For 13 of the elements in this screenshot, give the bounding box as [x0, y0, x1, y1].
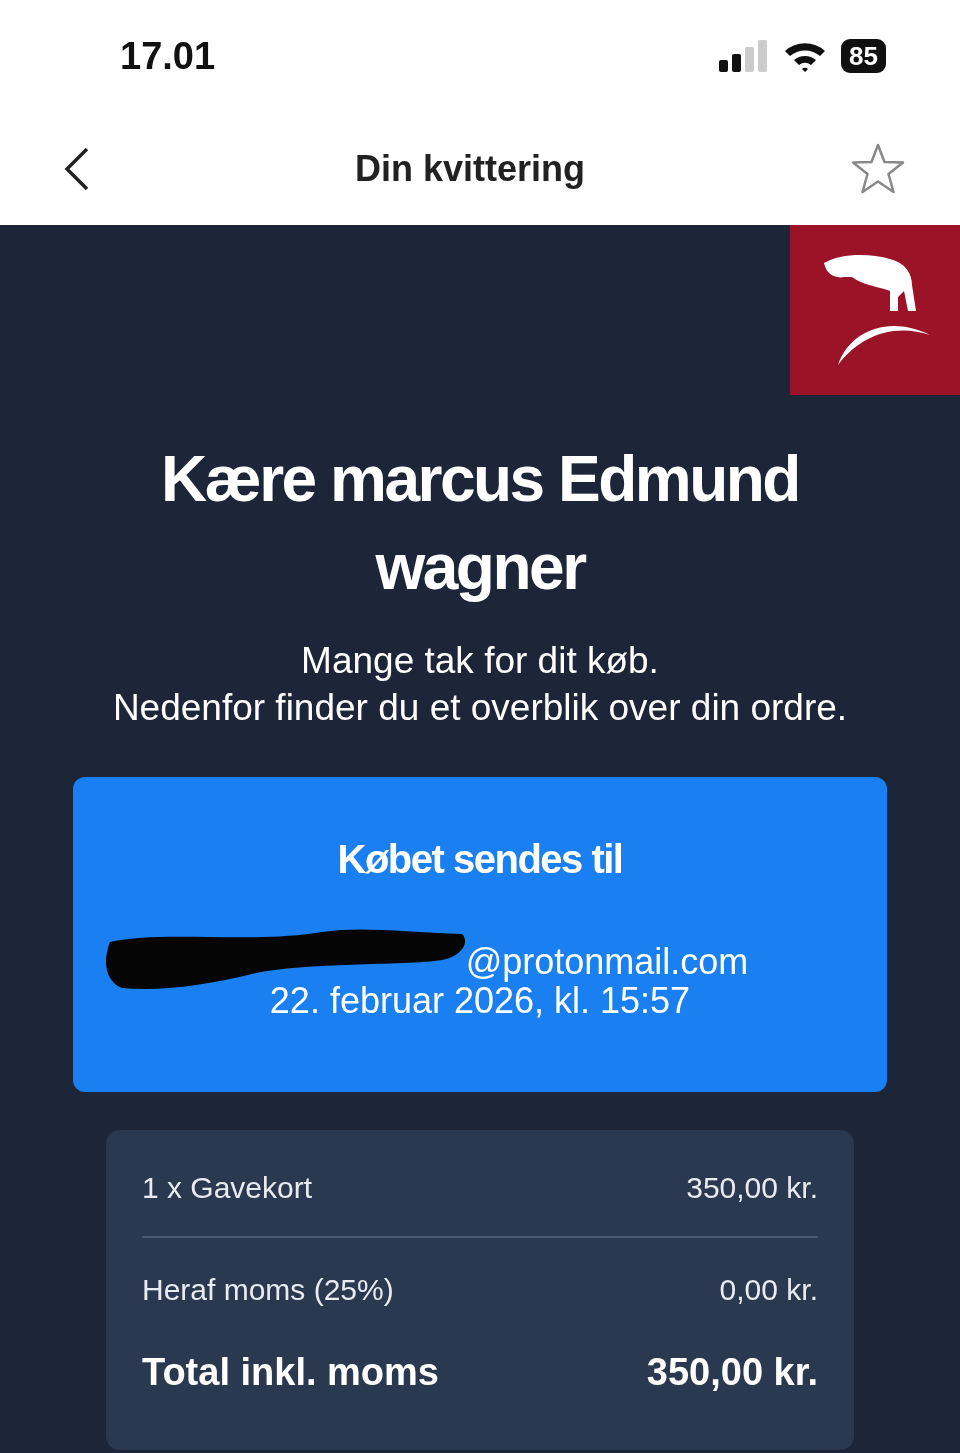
- total-label: Total inkl. moms: [142, 1350, 439, 1394]
- line-label: 1 x Gavekort: [142, 1171, 313, 1205]
- total-amount: 350,00 kr.: [646, 1350, 818, 1394]
- page-title: Din kvittering: [355, 147, 585, 190]
- battery-icon: 85: [841, 39, 886, 73]
- email-address: @protonmail.com: [465, 941, 749, 983]
- line-label: Heraf moms (25%): [142, 1273, 394, 1307]
- thank-you-message: Mange tak for dit køb. Nedenfor finder du et overblik over din ordre.: [111, 639, 849, 730]
- status-time: 17.01: [120, 34, 216, 78]
- delivery-title: Købet sendes til: [337, 837, 623, 882]
- greeting-heading: Kære marcus Edmund wagner: [160, 442, 800, 605]
- line-amount: 350,00 kr.: [686, 1171, 818, 1205]
- line-amount: 0,00 kr.: [719, 1273, 818, 1307]
